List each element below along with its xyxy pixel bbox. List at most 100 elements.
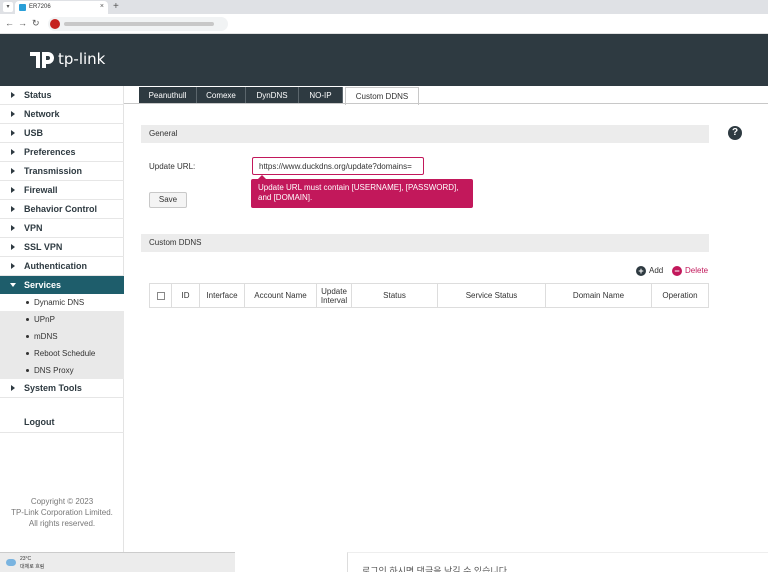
chevron-right-icon (11, 187, 15, 193)
favicon-icon (19, 4, 26, 11)
chevron-down-icon (10, 283, 16, 287)
app-header: tp-link (0, 34, 768, 86)
chevron-right-icon (11, 111, 15, 117)
submenu-item-dns-proxy[interactable]: DNS Proxy (0, 362, 124, 379)
tp-link-logo-icon (30, 52, 54, 68)
tab-peanuthull[interactable]: Peanuthull (139, 87, 197, 104)
sidebar-item-ssl-vpn[interactable]: SSL VPN (0, 238, 124, 257)
sidebar-item-authentication[interactable]: Authentication (0, 257, 124, 276)
chevron-right-icon (11, 130, 15, 136)
submenu-item-dynamic-dns[interactable]: Dynamic DNS (0, 294, 124, 311)
bullet-icon (26, 301, 29, 304)
sidebar-item-label: SSL VPN (24, 242, 63, 252)
validation-tooltip: Update URL must contain [USERNAME], [PAS… (251, 179, 473, 208)
forward-button[interactable]: → (18, 18, 27, 28)
chevron-right-icon (11, 149, 15, 155)
sidebar-item-label: Firewall (24, 185, 58, 195)
copyright-line: TP-Link Corporation Limited. (11, 508, 113, 517)
copyright: Copyright © 2023 TP-Link Corporation Lim… (0, 496, 124, 529)
screen: ▾ ER7206 × + ← → ↻ tp-link Status Networ… (0, 0, 768, 572)
submenu-item-upnp[interactable]: UPnP (0, 311, 124, 328)
new-tab-button[interactable]: + (113, 1, 119, 12)
select-all-checkbox[interactable] (156, 291, 165, 300)
tab-comexe[interactable]: Comexe (197, 87, 246, 104)
submenu-item-mdns[interactable]: mDNS (0, 328, 124, 345)
sidebar-item-status[interactable]: Status (0, 86, 124, 105)
submenu-item-label: DNS Proxy (34, 366, 74, 375)
add-button[interactable]: + Add (636, 266, 666, 276)
submenu-item-label: Reboot Schedule (34, 349, 96, 358)
copyright-line: All rights reserved. (28, 519, 96, 528)
minus-icon: − (672, 266, 682, 276)
close-icon[interactable]: × (100, 3, 104, 10)
browser-toolbar: ← → ↻ (0, 14, 768, 34)
delete-button[interactable]: − Delete (672, 266, 712, 276)
weather-description: 대체로 흐림 (20, 564, 45, 570)
sidebar-item-label: System Tools (24, 383, 82, 393)
sidebar-item-network[interactable]: Network (0, 105, 124, 124)
browser-tab-bar: ▾ ER7206 × + (0, 0, 768, 14)
delete-label: Delete (685, 266, 709, 275)
chevron-right-icon (11, 206, 15, 212)
bullet-icon (26, 335, 29, 338)
sidebar-item-label: VPN (24, 223, 43, 233)
chevron-right-icon (11, 92, 15, 98)
back-button[interactable]: ← (5, 18, 14, 28)
comment-login-note: 로그인 하시면 댓글을 남길 수 있습니다 (362, 566, 507, 572)
submenu-item-reboot-schedule[interactable]: Reboot Schedule (0, 345, 124, 362)
tab-search-dropdown[interactable]: ▾ (3, 2, 13, 12)
table-header: Update Interval (317, 284, 352, 307)
table-header-select (150, 284, 172, 307)
chevron-right-icon (11, 168, 15, 174)
reload-button[interactable]: ↻ (32, 18, 40, 29)
table-header: ID (172, 284, 200, 307)
sidebar-item-firewall[interactable]: Firewall (0, 181, 124, 200)
copyright-line: Copyright © 2023 (30, 497, 94, 506)
bullet-icon (26, 352, 29, 355)
sidebar-item-behavior-control[interactable]: Behavior Control (0, 200, 124, 219)
table-header: Account Name (245, 284, 317, 307)
tab-divider (124, 103, 768, 104)
update-url-label: Update URL: (149, 162, 196, 171)
update-url-input[interactable] (252, 157, 424, 175)
plus-icon: + (636, 266, 646, 276)
tab-dyndns[interactable]: DynDNS (246, 87, 299, 104)
sidebar-item-label: Status (24, 90, 52, 100)
help-icon[interactable]: ? (728, 126, 742, 140)
sidebar-item-label: Preferences (24, 147, 76, 157)
sidebar: Status Network USB Preferences Transmiss… (0, 86, 124, 552)
weather-cloud-icon (6, 559, 16, 566)
address-url-redacted (64, 22, 214, 26)
custom-ddns-table: ID Interface Account Name Update Interva… (149, 283, 709, 308)
submenu-item-label: UPnP (34, 315, 55, 324)
sidebar-item-label: Behavior Control (24, 204, 98, 214)
sidebar-item-usb[interactable]: USB (0, 124, 124, 143)
sidebar-item-services[interactable]: Services (0, 276, 124, 295)
table-header: Interface (200, 284, 245, 307)
chevron-right-icon (11, 385, 15, 391)
services-submenu: Dynamic DNS UPnP mDNS Reboot Schedule DN… (0, 294, 124, 379)
chevron-right-icon (11, 225, 15, 231)
sidebar-item-system-tools[interactable]: System Tools (0, 379, 124, 398)
save-button[interactable]: Save (149, 192, 187, 208)
divider (0, 432, 124, 433)
submenu-item-label: mDNS (34, 332, 58, 341)
custom-ddns-section-header: Custom DDNS (141, 234, 709, 252)
table-header: Operation (662, 291, 698, 300)
section-title: General (149, 129, 178, 138)
chevron-right-icon (11, 263, 15, 269)
section-title: Custom DDNS (149, 238, 202, 247)
sidebar-item-preferences[interactable]: Preferences (0, 143, 124, 162)
sidebar-item-transmission[interactable]: Transmission (0, 162, 124, 181)
taskbar: 23°C 대체로 흐림 (0, 552, 235, 572)
sidebar-item-vpn[interactable]: VPN (0, 219, 124, 238)
sidebar-item-label: Network (24, 109, 60, 119)
sidebar-item-label: USB (24, 128, 44, 138)
tab-no-ip[interactable]: NO-IP (299, 87, 343, 104)
address-bar[interactable] (48, 17, 228, 31)
browser-tab-title: ER7206 (29, 4, 51, 10)
bullet-icon (26, 318, 29, 321)
logout-link[interactable]: Logout (24, 417, 55, 427)
browser-tab[interactable]: ER7206 × (15, 1, 108, 14)
table-header: Service Status (438, 284, 546, 307)
